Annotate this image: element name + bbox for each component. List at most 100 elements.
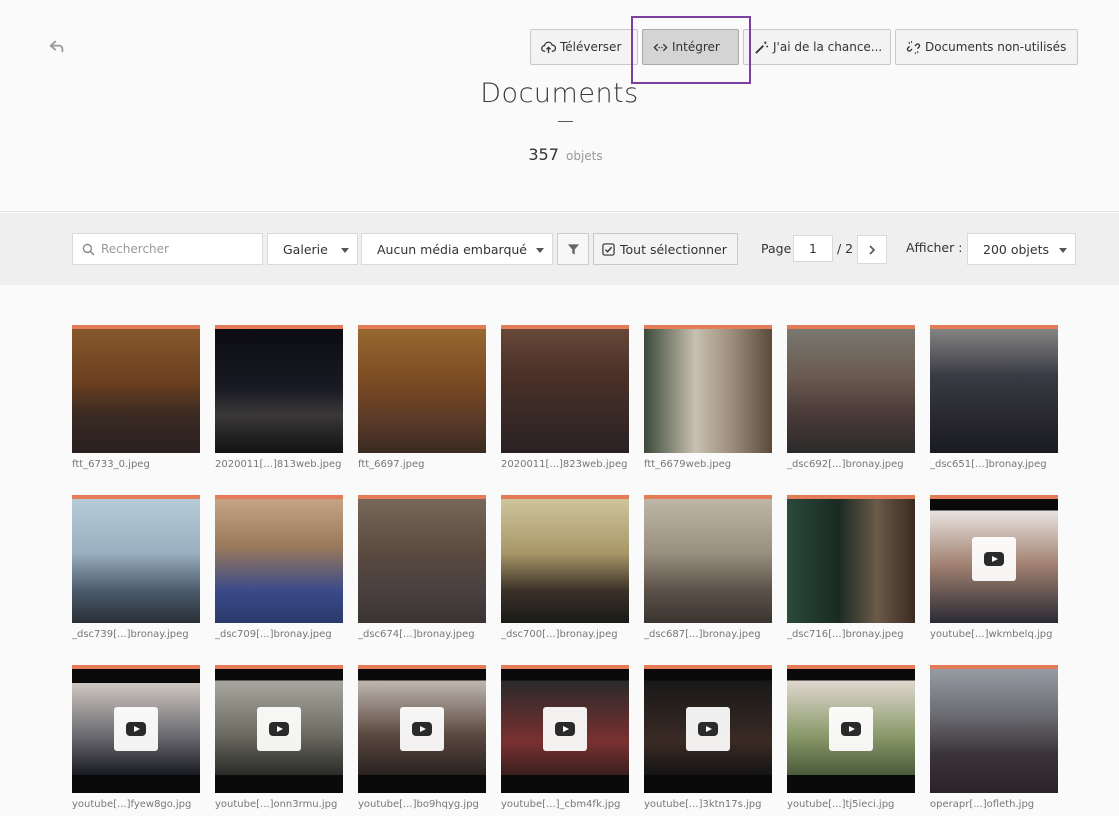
play-icon[interactable] <box>686 707 730 751</box>
accent-bar <box>72 325 200 329</box>
video-thumbnail[interactable] <box>501 665 629 793</box>
document-filename: _dsc692[...]bronay.jpeg <box>787 459 904 470</box>
media-filter-select[interactable]: Aucun média embarqué <box>361 233 553 265</box>
lucky-button[interactable]: J'ai de la chance... <box>743 29 891 65</box>
accent-bar <box>501 495 629 499</box>
document-filename: youtube[...]bo9hqyg.jpg <box>358 799 479 810</box>
document-card[interactable]: youtube[...]3ktn17s.jpg <box>644 665 772 816</box>
embed-button[interactable]: Intégrer <box>642 29 739 65</box>
accent-bar <box>215 665 343 669</box>
document-card[interactable]: _dsc674[...]bronay.jpeg <box>358 495 486 648</box>
documents-grid: ftt_6733_0.jpeg 2020011[...]813web.jpeg ft… <box>72 325 1072 816</box>
document-card[interactable]: youtube[...]fyew8go.jpg <box>72 665 200 816</box>
document-card[interactable]: _dsc739[...]bronay.jpeg <box>72 495 200 648</box>
image-thumbnail[interactable] <box>72 495 200 623</box>
view-mode-select[interactable]: Galerie <box>267 233 358 265</box>
cloud-upload-icon <box>541 41 556 53</box>
document-card[interactable]: _dsc716[...]bronay.jpeg <box>787 495 915 648</box>
document-filename: 2020011[...]823web.jpeg <box>501 459 628 470</box>
document-card[interactable]: youtube[...]tj5ieci.jpg <box>787 665 915 816</box>
embed-label: Intégrer <box>672 40 720 54</box>
video-thumbnail[interactable] <box>930 495 1058 623</box>
image-thumbnail[interactable] <box>930 665 1058 793</box>
image-thumbnail[interactable] <box>72 325 200 453</box>
filter-bar: Galerie Aucun média embarqué Tout sélect… <box>0 213 1119 285</box>
document-card[interactable]: ftt_6697.jpeg <box>358 325 486 478</box>
document-filename: ftt_6679web.jpeg <box>644 459 732 470</box>
image-thumbnail[interactable] <box>501 495 629 623</box>
document-card[interactable]: ftt_6733_0.jpeg <box>72 325 200 478</box>
thumbnail-image <box>644 495 772 623</box>
document-filename: ftt_6697.jpeg <box>358 459 425 470</box>
accent-bar <box>72 665 200 669</box>
thumbnail-image <box>358 325 486 453</box>
document-card[interactable]: ftt_6679web.jpeg <box>644 325 772 478</box>
checkbox-icon <box>602 242 615 256</box>
object-count: 357 objets <box>0 145 1119 164</box>
page-total: / 2 <box>837 241 854 256</box>
youtube-icon <box>269 722 289 736</box>
document-card[interactable]: _dsc651[...]bronay.jpeg <box>930 325 1058 478</box>
video-thumbnail[interactable] <box>787 665 915 793</box>
video-thumbnail[interactable] <box>215 665 343 793</box>
per-page-select[interactable]: 200 objets <box>967 233 1076 265</box>
unused-documents-button[interactable]: Documents non-utilisés <box>895 29 1078 65</box>
document-card[interactable]: _dsc692[...]bronay.jpeg <box>787 325 915 478</box>
search-input[interactable] <box>101 242 251 256</box>
image-thumbnail[interactable] <box>787 325 915 453</box>
image-thumbnail[interactable] <box>215 325 343 453</box>
chevron-right-icon <box>869 244 876 255</box>
filter-button[interactable] <box>557 233 589 265</box>
document-filename: _dsc716[...]bronay.jpeg <box>787 629 904 640</box>
document-card[interactable]: _dsc700[...]bronay.jpeg <box>501 495 629 648</box>
page-number-input[interactable] <box>793 235 833 262</box>
play-icon[interactable] <box>543 707 587 751</box>
accent-bar <box>930 665 1058 669</box>
title-divider <box>558 121 573 122</box>
accent-bar <box>644 665 772 669</box>
accent-bar <box>787 495 915 499</box>
image-thumbnail[interactable] <box>358 325 486 453</box>
play-icon[interactable] <box>400 707 444 751</box>
thumbnail-image <box>501 325 629 453</box>
video-thumbnail[interactable] <box>644 665 772 793</box>
document-card[interactable]: 2020011[...]823web.jpeg <box>501 325 629 478</box>
document-filename: youtube[...]fyew8go.jpg <box>72 799 192 810</box>
play-icon[interactable] <box>972 537 1016 581</box>
unused-documents-label: Documents non-utilisés <box>925 40 1067 54</box>
view-mode-value: Galerie <box>283 241 328 257</box>
magic-wand-icon <box>755 40 769 54</box>
document-card[interactable]: 2020011[...]813web.jpeg <box>215 325 343 478</box>
image-thumbnail[interactable] <box>215 495 343 623</box>
chevron-down-icon <box>341 248 349 253</box>
object-count-label: objets <box>566 149 603 163</box>
play-icon[interactable] <box>257 707 301 751</box>
document-filename: operapr[...]ofleth.jpg <box>930 799 1035 810</box>
image-thumbnail[interactable] <box>644 495 772 623</box>
document-card[interactable]: _dsc687[...]bronay.jpeg <box>644 495 772 648</box>
video-thumbnail[interactable] <box>358 665 486 793</box>
document-card[interactable]: youtube[...]bo9hqyg.jpg <box>358 665 486 816</box>
thumbnail-image <box>72 325 200 453</box>
play-icon[interactable] <box>829 707 873 751</box>
document-card[interactable]: _dsc709[...]bronay.jpeg <box>215 495 343 648</box>
play-icon[interactable] <box>114 707 158 751</box>
back-arrow-icon[interactable] <box>48 38 68 58</box>
image-thumbnail[interactable] <box>787 495 915 623</box>
funnel-icon <box>567 243 579 255</box>
image-thumbnail[interactable] <box>644 325 772 453</box>
upload-button[interactable]: Téléverser <box>530 29 638 65</box>
document-card[interactable]: operapr[...]ofleth.jpg <box>930 665 1058 816</box>
document-card[interactable]: youtube[...]wkmbelq.jpg <box>930 495 1058 648</box>
image-thumbnail[interactable] <box>358 495 486 623</box>
video-thumbnail[interactable] <box>72 665 200 793</box>
accent-bar <box>930 495 1058 499</box>
select-all-button[interactable]: Tout sélectionner <box>593 233 738 265</box>
image-thumbnail[interactable] <box>501 325 629 453</box>
image-thumbnail[interactable] <box>930 325 1058 453</box>
document-card[interactable]: youtube[...]onn3rmu.jpg <box>215 665 343 816</box>
document-card[interactable]: youtube[...]_cbm4fk.jpg <box>501 665 629 816</box>
select-all-label: Tout sélectionner <box>620 241 727 257</box>
next-page-button[interactable] <box>857 235 887 264</box>
page-title: Documents <box>480 78 639 109</box>
